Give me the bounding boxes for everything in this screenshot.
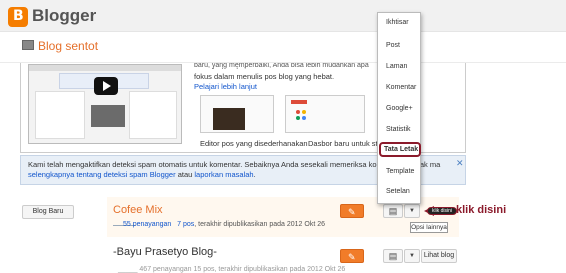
menu-item-overview[interactable]: Ikhtisar bbox=[386, 19, 409, 26]
menu-item-posts[interactable]: Post bbox=[386, 42, 400, 49]
menu-item-comments[interactable]: Komentar bbox=[386, 84, 416, 91]
more-options-tooltip: Opsi lainnya bbox=[410, 222, 448, 233]
intro-partial-text: baru, yang memperbaiki, Anda bisa lebih … bbox=[194, 63, 369, 69]
menu-item-layout[interactable]: Tata Letak bbox=[384, 146, 418, 153]
spam-notice-text: Kami telah mengaktifkan deteksi spam oto… bbox=[28, 160, 440, 180]
blog-list-icon bbox=[22, 40, 34, 50]
blog-row-title[interactable]: Cofee Mix bbox=[113, 204, 163, 216]
views-link[interactable]: 55 penayangan bbox=[123, 221, 171, 228]
pencil-icon: ✎ bbox=[348, 207, 356, 217]
chevron-down-icon[interactable]: ▼ bbox=[404, 204, 420, 218]
dot-green bbox=[296, 116, 300, 120]
thumb-photo bbox=[91, 105, 125, 127]
menu-item-google-plus[interactable]: Google+ bbox=[386, 105, 413, 112]
dot-yellow bbox=[302, 110, 306, 114]
editor-screenshot-photo bbox=[213, 108, 245, 130]
copy-icon[interactable]: ▤ bbox=[383, 204, 403, 218]
annotation-pill: klik disini bbox=[427, 207, 457, 215]
blog-title[interactable]: Blog sentot bbox=[38, 39, 98, 53]
new-post-button-2[interactable]: ✎ bbox=[340, 249, 364, 263]
annotation-text: klik disini bbox=[456, 204, 507, 216]
pencil-icon: ✎ bbox=[348, 252, 356, 262]
menu-item-settings[interactable]: Setelan bbox=[386, 188, 410, 195]
spam-learn-link[interactable]: selengkapnya tentang deteksi spam Blogge… bbox=[28, 170, 176, 179]
chevron-down-icon[interactable]: ▼ bbox=[404, 249, 420, 263]
intro-video-thumbnail[interactable] bbox=[28, 64, 182, 144]
blogger-logo-icon[interactable]: B bbox=[8, 7, 28, 27]
copy-icon[interactable]: ▤ bbox=[383, 249, 403, 263]
blog-row-meta-2: _____ 467 penayangan 15 pos, terakhir di… bbox=[118, 266, 346, 273]
new-post-button[interactable]: ✎ bbox=[340, 204, 364, 218]
editor-caption: Editor pos yang disederhanakan bbox=[200, 139, 308, 148]
published-text: , terakhir dipublikasikan pada 2012 Okt … bbox=[194, 221, 325, 228]
report-problem-link[interactable]: laporkan masalah bbox=[194, 170, 253, 179]
dot-red bbox=[296, 110, 300, 114]
close-icon[interactable]: ✕ bbox=[456, 158, 464, 169]
view-blog-button[interactable]: Lihat blog bbox=[421, 249, 457, 263]
menu-item-pages[interactable]: Laman bbox=[386, 63, 407, 70]
thumb-toolbar bbox=[29, 65, 181, 71]
posts-link[interactable]: 7 pos bbox=[177, 221, 194, 228]
thumb-right-card bbox=[129, 91, 177, 139]
spam-end: . bbox=[253, 170, 256, 179]
brand-name[interactable]: Blogger bbox=[32, 6, 96, 26]
play-icon[interactable] bbox=[94, 77, 118, 95]
dashboard-screenshot-header bbox=[291, 100, 307, 104]
blog-row-meta: 55 penayangan 7 pos, terakhir dipublikas… bbox=[123, 221, 325, 228]
thumb-left-card bbox=[35, 91, 85, 139]
new-blog-button[interactable]: Blog Baru bbox=[22, 205, 74, 219]
dashboard-screenshot-dots bbox=[296, 110, 316, 122]
learn-more-link[interactable]: Pelajari lebih lanjut bbox=[194, 82, 257, 91]
menu-item-template[interactable]: Template bbox=[386, 168, 414, 175]
dot-blue bbox=[302, 116, 306, 120]
menu-item-stats[interactable]: Statistik bbox=[386, 126, 411, 133]
logo-letter: B bbox=[13, 8, 24, 24]
intro-body: fokus dalam menulis pos blog yang hebat. bbox=[194, 72, 335, 81]
blog-row-title-2[interactable]: -Bayu Prasetyo Blog- bbox=[113, 246, 217, 258]
spam-mid: atau bbox=[175, 170, 195, 179]
